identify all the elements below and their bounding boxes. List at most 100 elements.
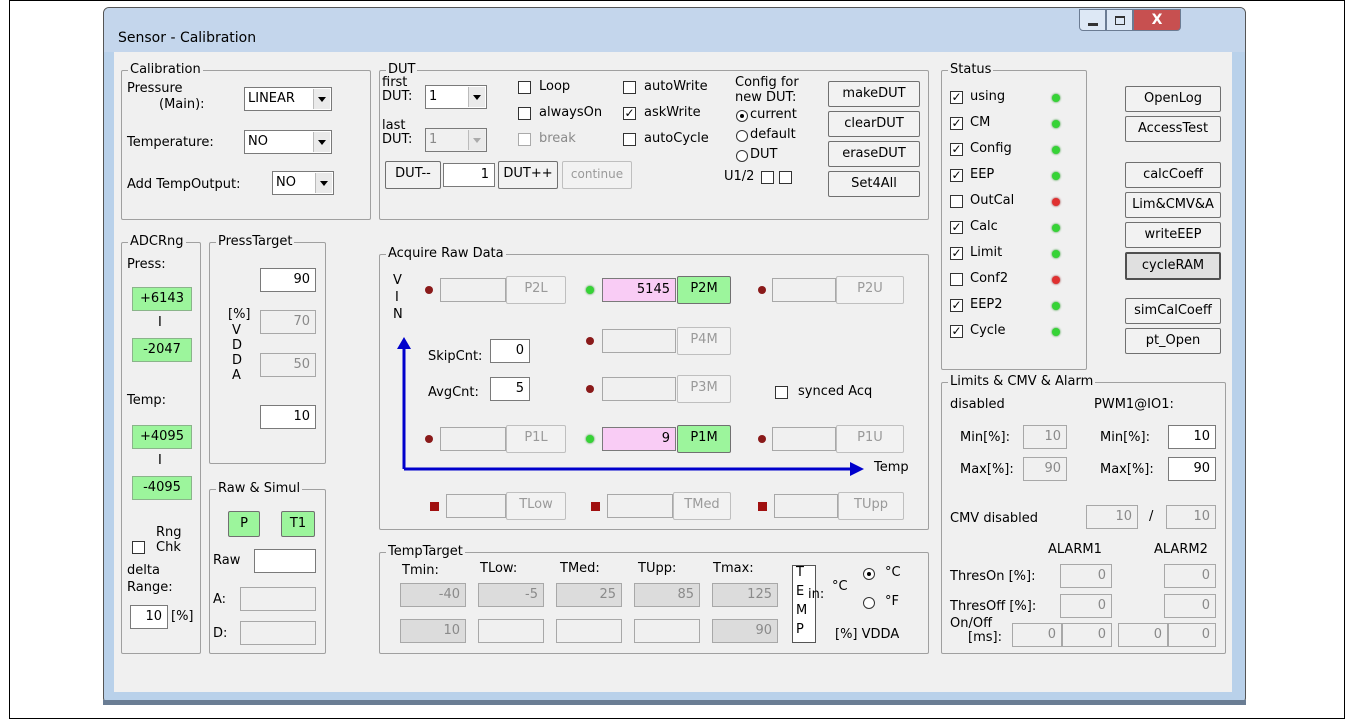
thresoff-alarm2-field[interactable]: 0 [1164, 594, 1216, 618]
continue-button[interactable]: continue [562, 161, 632, 189]
cycleram-button[interactable]: cycleRAM [1125, 252, 1221, 280]
makedut-button[interactable]: makeDUT [828, 81, 920, 107]
onoff-field-4[interactable]: 0 [1168, 623, 1216, 647]
accesstest-button[interactable]: AccessTest [1125, 116, 1221, 142]
dut-plus-button[interactable]: DUT++ [498, 161, 558, 189]
u1-checkbox[interactable] [761, 171, 774, 184]
tupp-field[interactable] [774, 494, 838, 518]
threson-alarm2-field[interactable]: 0 [1164, 564, 1216, 588]
simcalcoeff-button[interactable]: simCalCoeff [1125, 298, 1221, 324]
tmax-field[interactable]: 125 [712, 583, 778, 607]
status-checkbox-conf2[interactable] [950, 273, 963, 286]
maximize-icon[interactable] [1106, 9, 1133, 31]
status-checkbox-config[interactable]: ✓ [950, 143, 963, 156]
tlow-button[interactable]: TLow [506, 492, 566, 520]
autowrite-checkbox[interactable] [623, 81, 636, 94]
temperature-select[interactable]: NO [244, 130, 332, 154]
rngchk-checkbox[interactable] [132, 541, 145, 554]
onoff-field-2[interactable]: 0 [1062, 623, 1112, 647]
tmed-field[interactable] [607, 494, 673, 518]
status-checkbox-outcal[interactable] [950, 195, 963, 208]
status-label-cycle: Cycle [970, 323, 1006, 338]
cleardut-button[interactable]: clearDUT [828, 111, 920, 137]
p2m-button[interactable]: P2M [677, 276, 731, 304]
a-field[interactable] [240, 587, 316, 611]
status-checkbox-eep2[interactable]: ✓ [950, 299, 963, 312]
press-target-2[interactable]: 70 [260, 310, 316, 334]
t1-button[interactable]: T1 [281, 511, 315, 537]
break-checkbox[interactable] [518, 133, 531, 146]
status-checkbox-limit[interactable]: ✓ [950, 247, 963, 260]
raw-field[interactable] [254, 549, 316, 573]
tmed-button[interactable]: TMed [673, 492, 731, 520]
p2u-field[interactable] [772, 278, 836, 302]
tupp-button[interactable]: TUpp [838, 492, 904, 520]
fahrenheit-radio[interactable] [863, 597, 875, 609]
p2m-field[interactable]: 5145 [602, 278, 676, 302]
min-field[interactable]: 10 [1168, 425, 1216, 449]
status-checkbox-calc[interactable]: ✓ [950, 221, 963, 234]
p2l-button[interactable]: P2L [506, 276, 566, 304]
chk-label: Chk [156, 540, 181, 555]
max-disabled-field[interactable]: 90 [1023, 457, 1067, 481]
celsius-radio[interactable] [863, 568, 875, 580]
temptarget-group: TempTarget Tmin: TLow: TMed: TUpp: Tmax:… [379, 544, 929, 654]
dut-number-field[interactable]: 1 [443, 163, 495, 187]
tupp-vdda-field[interactable] [634, 619, 700, 643]
loop-checkbox[interactable] [518, 81, 531, 94]
askwrite-checkbox[interactable]: ✓ [623, 107, 636, 120]
tmed-vdda-field[interactable] [556, 619, 622, 643]
press-target-3[interactable]: 50 [260, 353, 316, 377]
close-button[interactable]: X [1133, 9, 1181, 31]
alwayson-checkbox[interactable] [518, 107, 531, 120]
tmin-vdda-field[interactable]: 10 [400, 619, 466, 643]
press-target-4[interactable]: 10 [260, 405, 316, 429]
openlog-button[interactable]: OpenLog [1125, 86, 1221, 112]
dut-minus-button[interactable]: DUT-- [385, 161, 441, 189]
cmv-field-b[interactable]: 10 [1166, 505, 1216, 529]
onoff-field-3[interactable]: 0 [1118, 623, 1168, 647]
tlow-field[interactable] [446, 494, 506, 518]
set4all-button[interactable]: Set4All [828, 171, 920, 197]
status-checkbox-cycle[interactable]: ✓ [950, 325, 963, 338]
first-dut-select[interactable]: 1 [425, 85, 487, 109]
calccoeff-button[interactable]: calcCoeff [1125, 162, 1221, 188]
ptopen-button[interactable]: pt_Open [1125, 328, 1221, 354]
p2l-field[interactable] [440, 278, 506, 302]
p2u-button[interactable]: P2U [836, 276, 904, 304]
minimize-icon[interactable] [1079, 9, 1106, 31]
current-radio[interactable] [736, 110, 748, 122]
onoff-label: On/Off [950, 616, 993, 631]
tlow-vdda-field[interactable] [478, 619, 544, 643]
dut-radio[interactable] [736, 150, 748, 162]
status-checkbox-eep[interactable]: ✓ [950, 169, 963, 182]
addtemp-select[interactable]: NO [272, 171, 334, 195]
tupp-target-field[interactable]: 85 [634, 583, 700, 607]
max-field[interactable]: 90 [1168, 457, 1216, 481]
title-bar[interactable]: Sensor - Calibration X [104, 8, 1245, 52]
writeeep-button[interactable]: writeEEP [1125, 222, 1221, 248]
threson-alarm1-field[interactable]: 0 [1060, 564, 1112, 588]
erasedut-button[interactable]: eraseDUT [828, 141, 920, 167]
tmax-vdda-field[interactable]: 90 [712, 619, 778, 643]
default-radio[interactable] [736, 130, 748, 142]
u2-checkbox[interactable] [779, 171, 792, 184]
tmed-target-field[interactable]: 25 [556, 583, 622, 607]
tmin-field[interactable]: -40 [400, 583, 466, 607]
d-field[interactable] [240, 621, 316, 645]
cmv-field-a[interactable]: 10 [1086, 505, 1138, 529]
p-button[interactable]: P [228, 511, 260, 537]
status-checkbox-using[interactable]: ✓ [950, 91, 963, 104]
status-checkbox-cm[interactable]: ✓ [950, 117, 963, 130]
thresoff-alarm1-field[interactable]: 0 [1060, 594, 1112, 618]
press-sep: I [158, 315, 162, 330]
last-dut-select[interactable]: 1 [425, 128, 487, 152]
min-disabled-field[interactable]: 10 [1023, 425, 1067, 449]
onoff-field-1[interactable]: 0 [1012, 623, 1062, 647]
tlow-target-field[interactable]: -5 [478, 583, 544, 607]
press-target-1[interactable]: 90 [260, 268, 316, 292]
range-field[interactable]: 10 [130, 605, 168, 629]
limcmv-button[interactable]: Lim&CMV&A [1125, 192, 1221, 218]
pressure-select[interactable]: LINEAR [244, 87, 332, 111]
autocycle-checkbox[interactable] [623, 133, 636, 146]
